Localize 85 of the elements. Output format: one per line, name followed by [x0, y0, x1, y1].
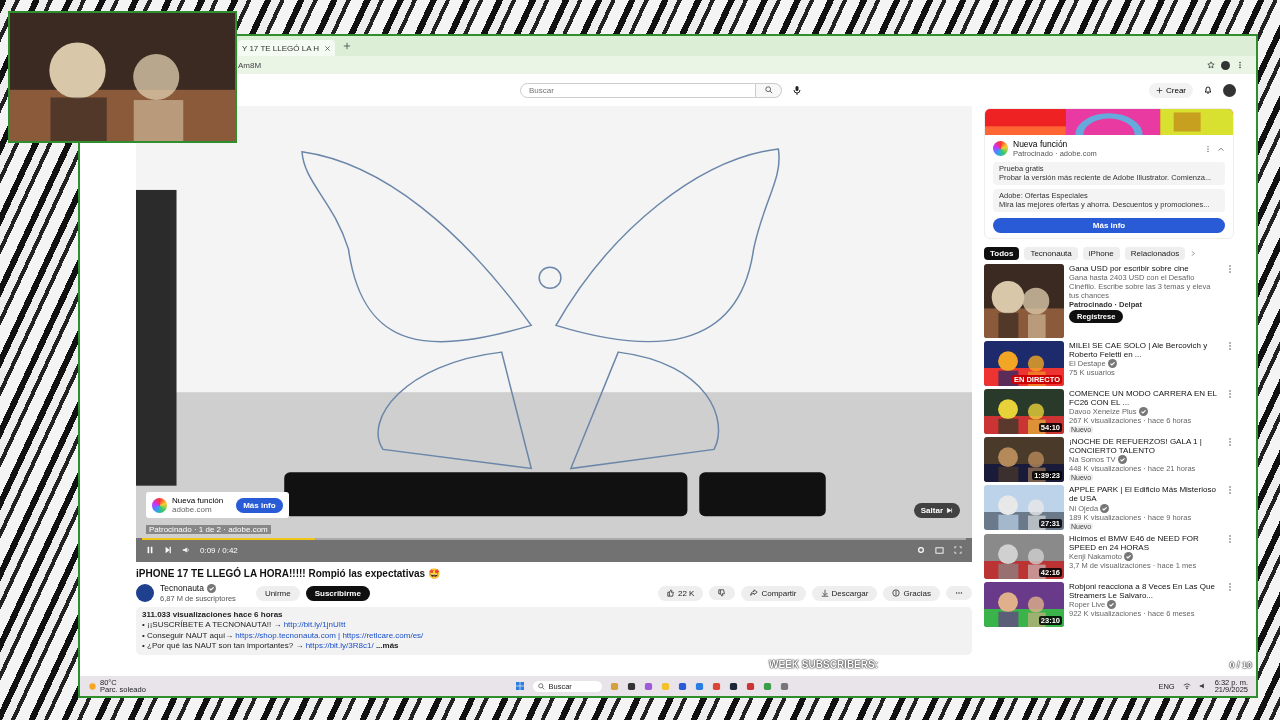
link[interactable]: https://shop.tecnonauta.com | https://retlcare.com/es/ — [235, 630, 424, 640]
profile-avatar[interactable] — [1223, 83, 1236, 97]
ad-title: Nueva función — [1013, 139, 1069, 149]
ad-domain: adobe.com — [172, 505, 213, 514]
description-text: • ¿Por qué las NAUT son tan importantes? → — [142, 641, 305, 651]
thanks-button[interactable]: Gracias — [883, 585, 940, 601]
pause-icon[interactable] — [146, 546, 154, 554]
ad-info: Patrocinado · 1 de 2 · adobe.com — [146, 525, 271, 534]
description-text: • ¡¡SUSCRÍBETE A TECNONAUTA!! → — [142, 620, 283, 630]
chevron-right-icon[interactable] — [1190, 249, 1198, 257]
wifi-icon[interactable] — [1182, 682, 1191, 690]
video-title: iPHONE 17 TE LLEGÓ LA HORA!!!!! Rompió las expectativas 🤩 — [136, 568, 441, 579]
subscribe-button[interactable]: Suscribirme — [305, 585, 370, 601]
download-icon — [820, 589, 829, 597]
view-stats: 311.033 visualizaciones hace 6 horas — [142, 610, 284, 620]
ad-card[interactable]: Nueva función adobe.com Más info — [146, 492, 289, 518]
thumbs-down-icon — [718, 589, 727, 597]
star-icon[interactable] — [1207, 61, 1215, 69]
close-icon[interactable] — [324, 44, 332, 52]
more-icon[interactable] — [1226, 340, 1234, 351]
address-text[interactable]: Am8M — [238, 60, 262, 70]
more-icon[interactable] — [1226, 263, 1234, 274]
menu-icon[interactable] — [1236, 61, 1244, 69]
next-icon[interactable] — [164, 546, 172, 554]
channel-avatar[interactable] — [136, 584, 154, 602]
microphone-icon[interactable] — [792, 85, 802, 95]
more-icon — [955, 589, 963, 597]
time-display: 0:09 / 0:42 — [200, 545, 238, 555]
weather-icon — [88, 681, 97, 691]
overlay-label: WEEK SUBSCRIBERS: — [769, 659, 878, 670]
video-title[interactable]: Hicimos el BMW E46 de NEED FOR SPEED en 24 HORAS — [1069, 533, 1221, 552]
video-player[interactable]: Nueva función adobe.com Más info Patrocinado · 1 de 2 · adobe.com Saltar 0:09 / 0:42 — [136, 106, 972, 562]
fullscreen-icon[interactable] — [954, 546, 962, 554]
like-button[interactable]: 22 K — [657, 585, 704, 601]
theater-icon[interactable] — [935, 545, 944, 555]
app-logo-icon — [152, 497, 167, 513]
create-button[interactable]: Crear — [1149, 82, 1193, 98]
new-tab-icon[interactable] — [343, 42, 352, 50]
settings-icon[interactable] — [917, 546, 925, 554]
subscriber-counter: 0 / 10 — [1229, 660, 1252, 670]
profile-avatar[interactable] — [1221, 60, 1230, 70]
more-icon[interactable] — [1226, 485, 1234, 496]
thumbs-up-icon — [666, 589, 675, 597]
download-button[interactable]: Descargar — [811, 585, 878, 601]
thanks-icon — [892, 589, 901, 597]
video-title[interactable]: MILEI SE CAE SOLO | Ale Bercovich y Roberto Feletti en ... — [1069, 340, 1221, 359]
video-title[interactable]: ¡NOCHE DE REFUERZOS! GALA 1 | CONCIERTO TALENTO — [1069, 436, 1221, 456]
more-icon[interactable] — [1226, 581, 1234, 592]
share-button[interactable]: Compartir — [741, 585, 806, 601]
filter-chip[interactable]: Relacionados — [1124, 246, 1186, 260]
description-text: • Conseguir NAUT aquí→ — [142, 630, 235, 640]
app-logo-icon — [993, 141, 1008, 156]
more-icon[interactable] — [1226, 388, 1234, 399]
search-field[interactable]: Buscar — [520, 82, 756, 98]
plus-icon — [1156, 86, 1163, 94]
link[interactable]: https://bit.ly/3R8c1/ — [305, 641, 374, 651]
ad-title: Nueva función — [172, 496, 224, 505]
more-info-button[interactable]: Más info — [236, 497, 283, 513]
video-title[interactable]: APPLE PARK | El Edificio Más Misterioso de USA — [1069, 485, 1221, 504]
speaker-icon[interactable] — [1198, 682, 1207, 690]
share-icon — [750, 589, 759, 597]
more-link[interactable]: ...más — [375, 641, 399, 651]
windows-icon[interactable] — [515, 681, 526, 691]
skip-icon — [946, 507, 953, 514]
search-button[interactable] — [756, 82, 782, 98]
search-icon — [538, 682, 546, 690]
search-icon — [764, 86, 773, 94]
ad-title[interactable]: Gana USD por escribir sobre cine — [1069, 263, 1221, 273]
filter-chip[interactable]: Todos — [984, 246, 1020, 260]
join-button[interactable]: Unirme — [255, 585, 300, 601]
more-icon[interactable] — [1226, 436, 1234, 447]
more-icon[interactable] — [1226, 533, 1234, 544]
channel-name[interactable]: Tecnonauta — [160, 583, 204, 593]
link[interactable]: http://bit.ly/1jnUItt — [283, 620, 346, 630]
more-icon[interactable] — [1204, 144, 1212, 153]
video-title[interactable]: COMENCE UN MODO CARRERA EN EL FC26 CON EL ... — [1069, 388, 1221, 407]
dislike-button[interactable] — [709, 586, 736, 600]
volume-icon[interactable] — [182, 546, 190, 554]
filter-chip[interactable]: iPhone — [1082, 246, 1120, 260]
skip-button[interactable]: Saltar — [913, 503, 960, 518]
more-button[interactable] — [946, 586, 972, 600]
bell-icon[interactable] — [1203, 85, 1213, 95]
filter-chip[interactable]: Tecnonauta — [1024, 246, 1078, 260]
more-info-button[interactable]: Más info — [993, 217, 1225, 233]
video-title[interactable]: Robjoni reacciona a 8 Veces En Las Que Streamers Le Salvaro... — [1069, 581, 1221, 600]
